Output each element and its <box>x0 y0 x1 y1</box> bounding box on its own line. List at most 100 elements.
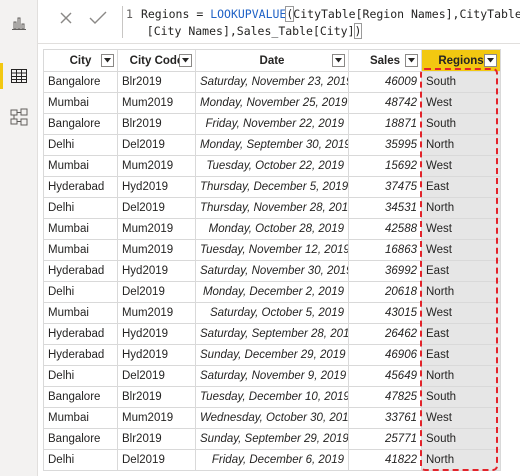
city-cell[interactable]: Mumbai <box>43 407 118 429</box>
city-code-cell[interactable]: Del2019 <box>117 197 196 219</box>
city-cell[interactable]: Delhi <box>43 134 118 156</box>
filter-dropdown-button[interactable] <box>484 54 497 67</box>
filter-dropdown-button[interactable] <box>179 54 192 67</box>
table-row[interactable]: Mumbai Mum2019 Tuesday, October 22, 2019 15… <box>43 155 501 177</box>
region-cell[interactable]: East <box>421 260 501 282</box>
city-code-cell[interactable]: Mum2019 <box>117 302 196 324</box>
sales-cell[interactable]: 42588 <box>348 218 422 240</box>
city-cell[interactable]: Mumbai <box>43 218 118 240</box>
date-cell[interactable]: Thursday, November 28, 2019 <box>195 197 349 219</box>
region-cell[interactable]: East <box>421 176 501 198</box>
city-cell[interactable]: Bangalore <box>43 428 118 450</box>
table-row[interactable]: Delhi Del2019 Saturday, November 9, 2019 45… <box>43 365 501 387</box>
sales-cell[interactable]: 46906 <box>348 344 422 366</box>
city-code-cell[interactable]: Blr2019 <box>117 113 196 135</box>
region-cell[interactable]: North <box>421 197 501 219</box>
city-code-cell[interactable]: Hyd2019 <box>117 176 196 198</box>
sales-cell[interactable]: 16863 <box>348 239 422 261</box>
date-cell[interactable]: Friday, November 22, 2019 <box>195 113 349 135</box>
sales-cell[interactable]: 35995 <box>348 134 422 156</box>
city-code-cell[interactable]: Hyd2019 <box>117 344 196 366</box>
sales-cell[interactable]: 18871 <box>348 113 422 135</box>
sales-cell[interactable]: 37475 <box>348 176 422 198</box>
date-cell[interactable]: Thursday, December 5, 2019 <box>195 176 349 198</box>
region-cell[interactable]: North <box>421 449 501 471</box>
region-cell[interactable]: South <box>421 71 501 93</box>
table-row[interactable]: Mumbai Mum2019 Wednesday, October 30, 2019… <box>43 407 501 429</box>
column-header-date[interactable]: Date <box>195 49 349 72</box>
table-row[interactable]: Delhi Del2019 Monday, September 30, 2019 35… <box>43 134 501 156</box>
sales-cell[interactable]: 33761 <box>348 407 422 429</box>
date-cell[interactable]: Monday, December 2, 2019 <box>195 281 349 303</box>
date-cell[interactable]: Sunday, September 29, 2019 <box>195 428 349 450</box>
city-code-cell[interactable]: Blr2019 <box>117 386 196 408</box>
table-row[interactable]: Hyderabad Hyd2019 Thursday, December 5, 20… <box>43 176 501 198</box>
city-code-cell[interactable]: Mum2019 <box>117 407 196 429</box>
date-cell[interactable]: Tuesday, November 12, 2019 <box>195 239 349 261</box>
region-cell[interactable]: West <box>421 155 501 177</box>
date-cell[interactable]: Friday, December 6, 2019 <box>195 449 349 471</box>
table-row[interactable]: Hyderabad Hyd2019 Saturday, November 30, 2… <box>43 260 501 282</box>
commit-formula-button[interactable] <box>84 6 112 30</box>
date-cell[interactable]: Monday, November 25, 2019 <box>195 92 349 114</box>
region-cell[interactable]: West <box>421 92 501 114</box>
column-header-city[interactable]: City <box>43 49 118 72</box>
date-cell[interactable]: Tuesday, October 22, 2019 <box>195 155 349 177</box>
region-cell[interactable]: North <box>421 134 501 156</box>
city-cell[interactable]: Mumbai <box>43 155 118 177</box>
city-code-cell[interactable]: Blr2019 <box>117 428 196 450</box>
region-cell[interactable]: North <box>421 281 501 303</box>
date-cell[interactable]: Saturday, November 23, 2019 <box>195 71 349 93</box>
column-header-regions[interactable]: Regions <box>421 49 501 72</box>
region-cell[interactable]: West <box>421 407 501 429</box>
sales-cell[interactable]: 20618 <box>348 281 422 303</box>
date-cell[interactable]: Saturday, September 28, 2019 <box>195 323 349 345</box>
sales-cell[interactable]: 26462 <box>348 323 422 345</box>
date-cell[interactable]: Tuesday, December 10, 2019 <box>195 386 349 408</box>
date-cell[interactable]: Monday, September 30, 2019 <box>195 134 349 156</box>
date-cell[interactable]: Saturday, October 5, 2019 <box>195 302 349 324</box>
city-code-cell[interactable]: Del2019 <box>117 365 196 387</box>
city-cell[interactable]: Mumbai <box>43 302 118 324</box>
table-row[interactable]: Mumbai Mum2019 Monday, November 25, 2019 48… <box>43 92 501 114</box>
sales-cell[interactable]: 46009 <box>348 71 422 93</box>
data-view-button[interactable] <box>0 57 38 95</box>
city-code-cell[interactable]: Del2019 <box>117 449 196 471</box>
sales-cell[interactable]: 41822 <box>348 449 422 471</box>
table-row[interactable]: Bangalore Blr2019 Tuesday, December 10, 20… <box>43 386 501 408</box>
city-cell[interactable]: Hyderabad <box>43 323 118 345</box>
table-row[interactable]: Mumbai Mum2019 Tuesday, November 12, 2019 1… <box>43 239 501 261</box>
city-code-cell[interactable]: Del2019 <box>117 281 196 303</box>
sales-cell[interactable]: 45649 <box>348 365 422 387</box>
city-code-cell[interactable]: Mum2019 <box>117 92 196 114</box>
region-cell[interactable]: South <box>421 428 501 450</box>
table-row[interactable]: Bangalore Blr2019 Sunday, September 29, 20… <box>43 428 501 450</box>
date-cell[interactable]: Saturday, November 9, 2019 <box>195 365 349 387</box>
table-row[interactable]: Mumbai Mum2019 Monday, October 28, 2019 425… <box>43 218 501 240</box>
city-code-cell[interactable]: Mum2019 <box>117 239 196 261</box>
region-cell[interactable]: North <box>421 365 501 387</box>
sales-cell[interactable]: 34531 <box>348 197 422 219</box>
city-cell[interactable]: Mumbai <box>43 239 118 261</box>
city-code-cell[interactable]: Mum2019 <box>117 218 196 240</box>
table-row[interactable]: Delhi Del2019 Friday, December 6, 2019 4182… <box>43 449 501 471</box>
table-row[interactable]: Bangalore Blr2019 Friday, November 22, 201… <box>43 113 501 135</box>
city-cell[interactable]: Delhi <box>43 281 118 303</box>
model-view-button[interactable] <box>0 98 38 136</box>
sales-cell[interactable]: 43015 <box>348 302 422 324</box>
city-cell[interactable]: Bangalore <box>43 386 118 408</box>
region-cell[interactable]: East <box>421 344 501 366</box>
table-row[interactable]: Bangalore Blr2019 Saturday, November 23, 2… <box>43 71 501 93</box>
date-cell[interactable]: Monday, October 28, 2019 <box>195 218 349 240</box>
filter-dropdown-button[interactable] <box>405 54 418 67</box>
table-row[interactable]: Hyderabad Hyd2019 Saturday, September 28, … <box>43 323 501 345</box>
table-row[interactable]: Hyderabad Hyd2019 Sunday, December 29, 201… <box>43 344 501 366</box>
city-cell[interactable]: Bangalore <box>43 71 118 93</box>
region-cell[interactable]: South <box>421 113 501 135</box>
city-cell[interactable]: Delhi <box>43 365 118 387</box>
column-header-sales[interactable]: Sales <box>348 49 422 72</box>
city-cell[interactable]: Hyderabad <box>43 260 118 282</box>
city-code-cell[interactable]: Hyd2019 <box>117 323 196 345</box>
formula-editor[interactable]: 1 Regions = LOOKUPVALUE(CityTable[Region … <box>126 6 520 40</box>
date-cell[interactable]: Wednesday, October 30, 2019 <box>195 407 349 429</box>
